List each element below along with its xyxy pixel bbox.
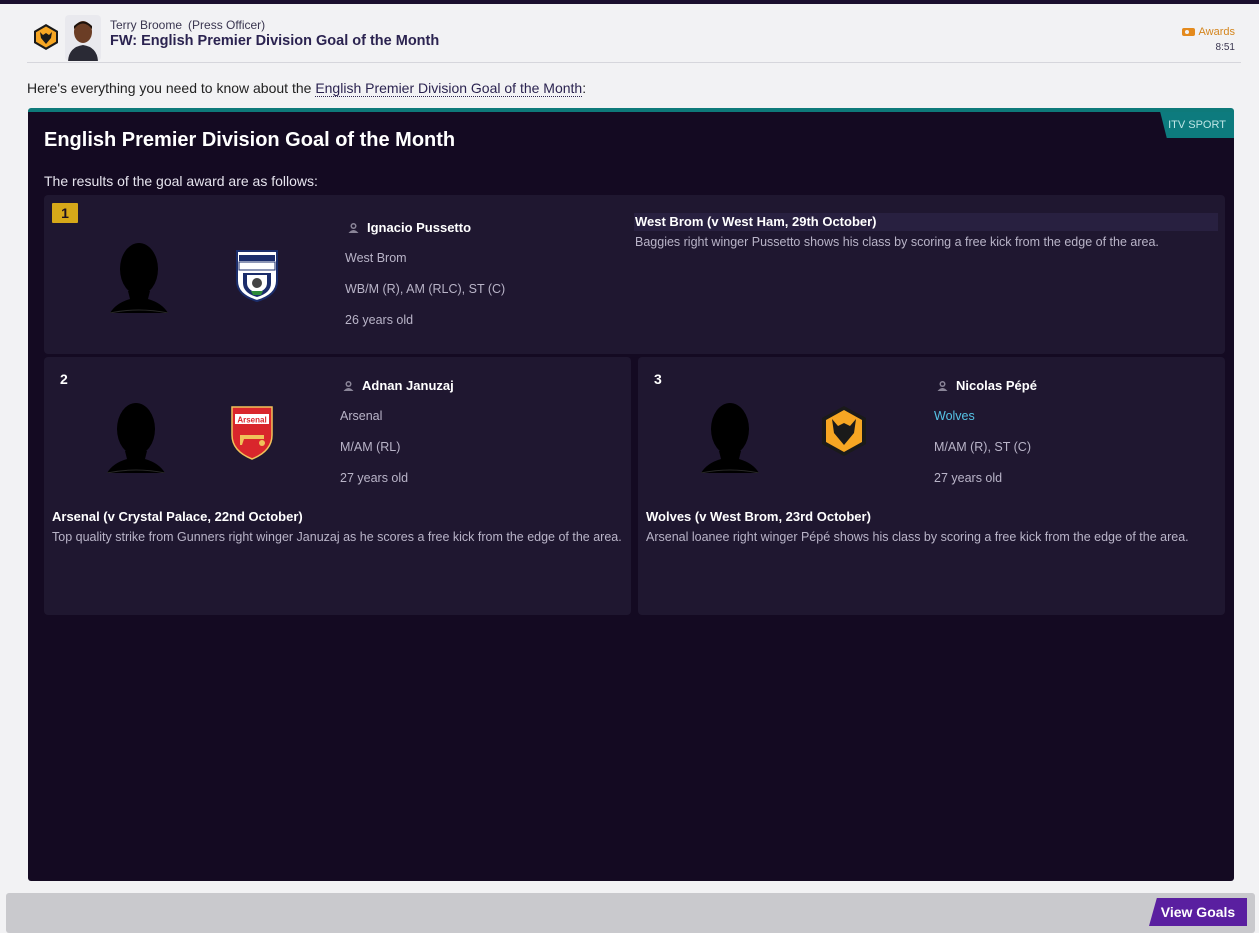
match-title[interactable]: Arsenal (v Crystal Palace, 22nd October)	[52, 509, 303, 524]
panel-subtitle: The results of the goal award are as fol…	[44, 173, 318, 189]
awards-category[interactable]: Awards	[1181, 26, 1235, 38]
competition-link[interactable]: English Premier Division Goal of the Mon…	[315, 80, 583, 97]
awards-label: Awards	[1198, 26, 1235, 38]
match-description: Top quality strike from Gunners right wi…	[52, 530, 622, 544]
rank-badge: 2	[60, 371, 68, 387]
west-brom-crest-icon[interactable]	[233, 247, 281, 303]
player-silhouette-icon[interactable]	[106, 239, 172, 313]
panel-title: English Premier Division Goal of the Mon…	[44, 129, 456, 151]
person-icon	[343, 381, 354, 391]
match-title[interactable]: West Brom (v West Ham, 29th October)	[635, 214, 877, 229]
player-positions: M/AM (R), ST (C)	[934, 440, 1031, 454]
player-age: 27 years old	[340, 471, 409, 485]
player-name[interactable]: Adnan Januzaj	[343, 378, 454, 393]
player-club[interactable]: Wolves	[934, 409, 975, 423]
message-time: 8:51	[1215, 42, 1235, 53]
result-card-3: 3 Nicolas Pépé Wolves M/AM (R), ST (C) 2…	[638, 357, 1225, 615]
person-icon	[937, 381, 948, 391]
footer-bar: View Goals	[6, 893, 1255, 933]
view-goals-button[interactable]: View Goals	[1149, 898, 1247, 926]
player-name-label: Nicolas Pépé	[956, 378, 1037, 393]
player-club[interactable]: West Brom	[345, 251, 407, 265]
player-name[interactable]: Ignacio Pussetto	[348, 220, 471, 235]
person-icon	[348, 223, 359, 233]
player-positions: WB/M (R), AM (RLC), ST (C)	[345, 282, 506, 296]
result-card-2: 2 Arsenal Adnan Januzaj Arsenal M/AM (RL…	[44, 357, 631, 615]
message-header: Terry Broome (Press Officer) FW: English …	[27, 12, 1241, 63]
player-name-label: Adnan Januzaj	[362, 378, 454, 393]
player-positions: M/AM (RL)	[340, 440, 401, 454]
sender-line: Terry Broome (Press Officer)	[110, 18, 265, 32]
match-description: Baggies right winger Pussetto shows his …	[635, 235, 1159, 249]
wolves-crest-icon[interactable]	[32, 23, 60, 51]
result-card-1: 1 Ignacio Pussetto West Brom WB/M (R), A…	[44, 195, 1225, 354]
player-age: 27 years old	[934, 471, 1003, 485]
rank-badge: 3	[654, 371, 662, 387]
player-name-label: Ignacio Pussetto	[367, 220, 472, 235]
match-description: Arsenal loanee right winger Pépé shows h…	[646, 530, 1189, 544]
player-silhouette-icon[interactable]	[697, 399, 763, 473]
player-silhouette-icon[interactable]	[103, 399, 169, 473]
sender-avatar[interactable]	[65, 15, 101, 61]
tag-icon	[1181, 28, 1195, 36]
wolves-crest-icon[interactable]	[816, 403, 872, 459]
message-subject: FW: English Premier Division Goal of the…	[110, 33, 440, 49]
news-panel: ITV SPORT English Premier Division Goal …	[28, 108, 1234, 881]
arsenal-crest-icon[interactable]: Arsenal	[228, 405, 276, 461]
player-club[interactable]: Arsenal	[340, 409, 382, 423]
player-age: 26 years old	[345, 313, 414, 327]
source-tag: ITV SPORT	[1160, 112, 1234, 138]
sender-name[interactable]: Terry Broome	[110, 18, 182, 32]
window-top-bar	[0, 0, 1259, 4]
intro-prefix: Here's everything you need to know about…	[27, 80, 316, 96]
match-title[interactable]: Wolves (v West Brom, 23rd October)	[646, 509, 871, 524]
player-name[interactable]: Nicolas Pépé	[937, 378, 1037, 393]
intro-suffix: :	[582, 80, 587, 96]
sender-role: (Press Officer)	[188, 18, 266, 32]
svg-text:Arsenal: Arsenal	[237, 416, 266, 425]
intro-text: Here's everything you need to know about…	[27, 80, 587, 97]
rank-badge: 1	[52, 203, 78, 223]
